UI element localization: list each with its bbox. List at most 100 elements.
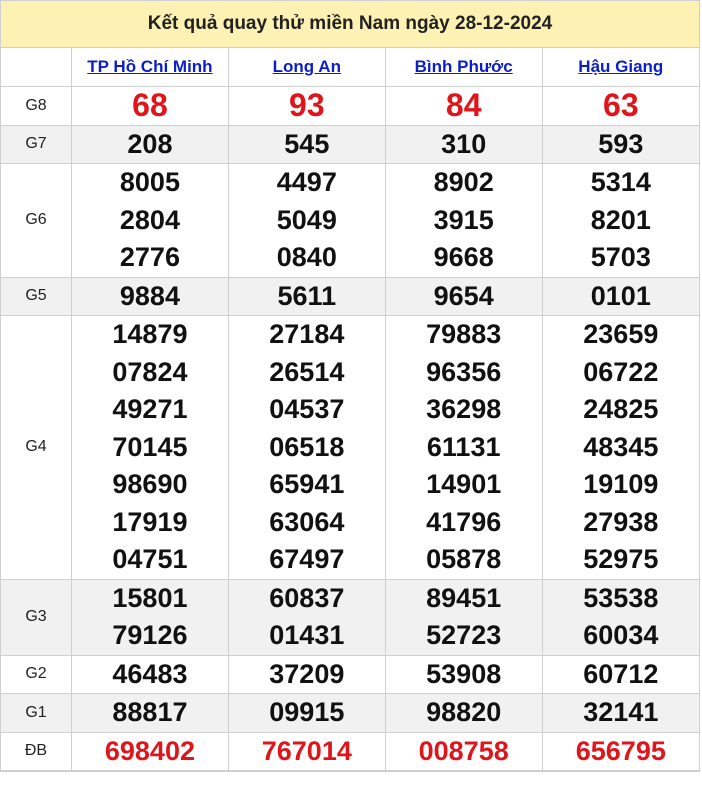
- prize-number: 9884: [119, 280, 180, 311]
- prize-number: 68: [132, 87, 168, 123]
- prize-number: 23659: [583, 319, 659, 349]
- prize-cell: 9654: [384, 276, 543, 316]
- prize-number: 593: [598, 128, 644, 159]
- prize-cell: 37209: [227, 654, 386, 694]
- prize-number: 46483: [112, 658, 188, 689]
- prize-row-8: ĐB 698402 767014 008758 656795: [1, 731, 699, 771]
- prize-cell: 15801 79126: [71, 578, 229, 656]
- prize-cell: 593: [541, 124, 699, 164]
- prize-number: 70145: [112, 431, 188, 462]
- prize-label: G3: [1, 578, 72, 656]
- prize-number: 07824: [112, 356, 188, 387]
- prize-cell: 5611: [227, 276, 386, 316]
- prize-number: 15801: [112, 582, 188, 613]
- prize-label: G5: [1, 276, 72, 316]
- prize-cell: 208: [71, 124, 229, 164]
- prize-cell: 8902 3915 9668: [384, 163, 543, 278]
- prize-row-4: G4 14879 07824 49271 70145 98690 17919 04751 271…: [1, 315, 699, 580]
- prize-number: 98820: [426, 697, 502, 727]
- prize-cell: 98820: [384, 693, 543, 733]
- prize-row-0: G8 68 93 84 63: [1, 86, 699, 126]
- prize-cell: 89451 52723: [384, 578, 543, 656]
- prize-number: 4497: [276, 167, 337, 197]
- prize-number: 60837: [269, 582, 345, 613]
- prize-cell: 14879 07824 49271 70145 98690 17919 04751: [71, 315, 229, 580]
- prize-cell: 79883 96356 36298 61131 14901 41796 05878: [384, 315, 543, 580]
- prize-number: 310: [441, 128, 487, 159]
- prize-cell: 008758: [384, 731, 543, 771]
- prize-cell: 46483: [71, 654, 229, 694]
- province-link-hau-giang[interactable]: Hậu Giang: [578, 57, 663, 76]
- prize-number: 98690: [112, 469, 188, 499]
- prize-number: 545: [284, 128, 330, 159]
- prize-number: 61131: [426, 431, 501, 462]
- prize-number: 06518: [269, 431, 345, 462]
- prize-number: 60034: [583, 620, 659, 650]
- page-title: Kết quả quay thử miền Nam ngày 28-12-202…: [1, 1, 699, 48]
- prize-row-2: G6 8005 2804 2776 4497 5049 0840 8902 3915 9668 53…: [1, 163, 699, 278]
- prize-cell: 27184 26514 04537 06518 65941 63064 67497: [227, 315, 386, 580]
- prize-label: G7: [1, 124, 72, 164]
- prize-number: 767014: [261, 735, 352, 766]
- prize-label: G1: [1, 693, 72, 733]
- prize-cell: 09915: [227, 693, 386, 733]
- prize-number: 63064: [269, 506, 345, 537]
- prize-row-6: G2 46483 37209 53908 60712: [1, 654, 699, 694]
- prize-number: 36298: [426, 394, 502, 424]
- prize-cell: 60712: [541, 654, 699, 694]
- prize-cell: 23659 06722 24825 48345 19109 27938 52975: [541, 315, 699, 580]
- prize-number: 24825: [583, 394, 659, 424]
- prize-number: 53908: [426, 658, 502, 689]
- prize-number: 0840: [276, 242, 337, 272]
- prize-number: 9654: [433, 280, 494, 311]
- prize-cell: 8005 2804 2776: [71, 163, 229, 278]
- prize-number: 008758: [418, 735, 509, 766]
- prize-number: 53538: [583, 582, 659, 613]
- prize-cell: 32141: [541, 693, 699, 733]
- prize-number: 88817: [112, 697, 188, 727]
- prize-number: 5049: [276, 204, 337, 235]
- prize-number: 27938: [583, 506, 659, 537]
- prize-cell: 310: [384, 124, 543, 164]
- prize-cell: 656795: [541, 731, 699, 771]
- prize-number: 14901: [426, 469, 502, 499]
- header-row: TP Hồ Chí Minh Long An Bình Phước Hậu Gi…: [1, 48, 699, 87]
- prize-number: 01431: [269, 620, 345, 650]
- prize-number: 67497: [269, 544, 345, 574]
- prize-number: 52975: [583, 544, 659, 574]
- prize-label: G2: [1, 654, 72, 694]
- prize-number: 2776: [119, 242, 180, 272]
- prize-cell: 698402: [71, 731, 229, 771]
- header-blank-cell: [1, 48, 72, 87]
- prize-number: 17919: [112, 506, 188, 537]
- prize-label: G4: [1, 315, 72, 580]
- province-link-long-an[interactable]: Long An: [273, 57, 341, 76]
- prize-number: 5314: [590, 167, 651, 197]
- prize-number: 8902: [433, 167, 494, 197]
- prize-label: ĐB: [1, 731, 72, 771]
- prize-number: 93: [289, 87, 325, 123]
- prize-number: 60712: [583, 658, 659, 689]
- prize-number: 06722: [583, 356, 659, 387]
- prize-label: G8: [1, 86, 72, 126]
- prize-number: 14879: [112, 319, 188, 349]
- province-link-binh-phuoc[interactable]: Bình Phước: [415, 57, 513, 76]
- prize-cell: 93: [227, 86, 386, 126]
- prize-row-5: G3 15801 79126 60837 01431 89451 52723 53538 600…: [1, 578, 699, 656]
- prize-number: 8005: [119, 167, 180, 197]
- prize-number: 05878: [426, 544, 502, 574]
- prize-cell: 60837 01431: [227, 578, 386, 656]
- prize-number: 09915: [269, 697, 345, 727]
- prize-number: 32141: [583, 697, 659, 727]
- prize-number: 3915: [433, 204, 494, 235]
- province-link-ho-chi-minh[interactable]: TP Hồ Chí Minh: [87, 57, 212, 76]
- prize-cell: 5314 8201 5703: [541, 163, 699, 278]
- prize-cell: 9884: [71, 276, 229, 316]
- prize-number: 89451: [426, 582, 502, 613]
- prize-number: 5703: [590, 242, 651, 272]
- prize-number: 19109: [583, 469, 659, 499]
- prize-number: 41796: [426, 506, 502, 537]
- prize-number: 79126: [112, 620, 188, 650]
- prize-number: 208: [127, 128, 173, 159]
- prize-cell: 4497 5049 0840: [227, 163, 386, 278]
